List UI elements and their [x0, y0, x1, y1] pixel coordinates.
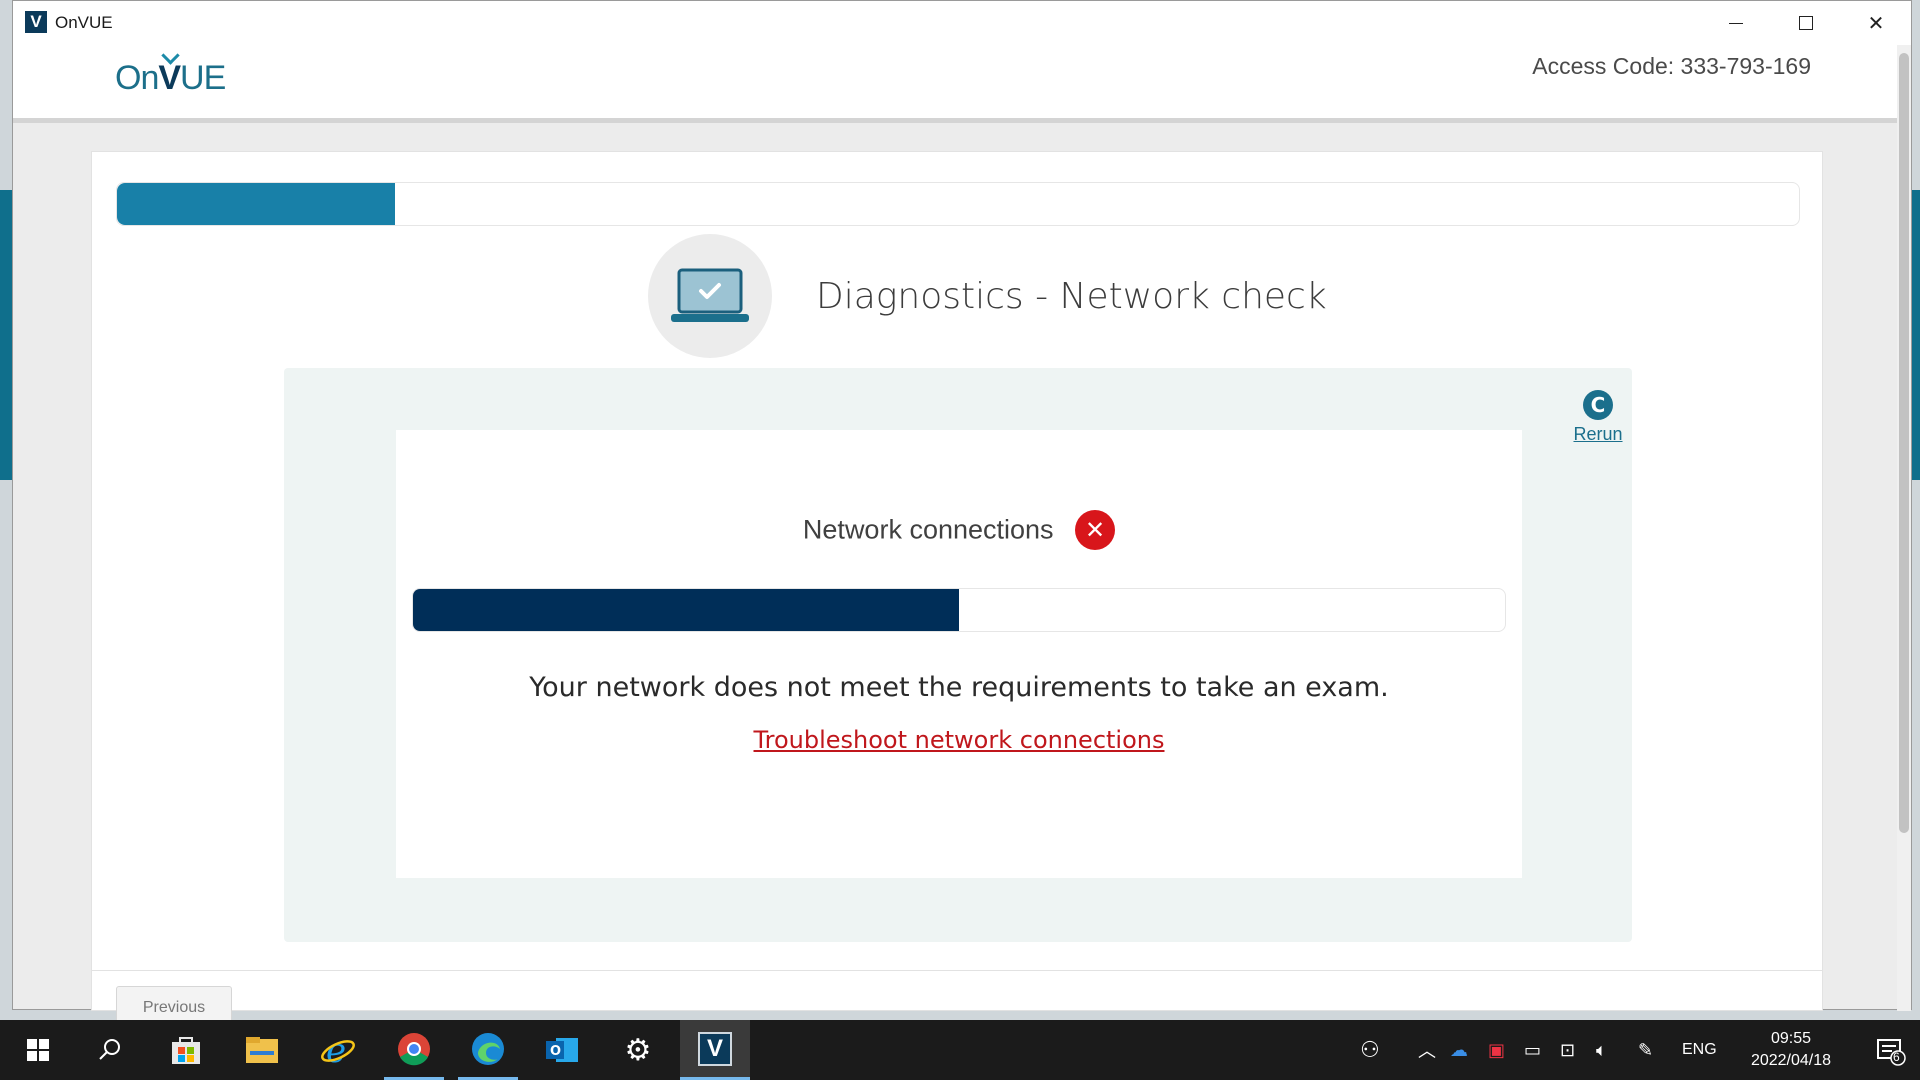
troubleshoot-link[interactable]: Troubleshoot network connections — [396, 726, 1522, 754]
network-check-area: C Rerun Network connections ✕ Your netwo… — [284, 368, 1632, 942]
check-name: Network connections — [802, 514, 1054, 545]
chevron-up-icon[interactable]: ︿ — [1418, 1037, 1436, 1063]
maximize-icon — [1799, 16, 1813, 30]
error-icon: ✕ — [1075, 510, 1116, 550]
onvue-icon: V — [698, 1031, 732, 1066]
settings-icon: ⚙ — [624, 1032, 652, 1068]
start-icon — [27, 1039, 49, 1061]
language-indicator[interactable]: ENG — [1682, 1041, 1717, 1059]
notification-icon — [1877, 1039, 1906, 1066]
onedrive-error-icon[interactable]: ☁ — [1450, 1040, 1468, 1061]
check-heading: Network connections ✕ — [396, 510, 1522, 550]
clock-date: 2022/04/18 — [1750, 1052, 1832, 1069]
search-icon — [99, 1039, 120, 1060]
outlook-icon: O — [546, 1038, 578, 1062]
clock-time: 09:55 — [1770, 1030, 1812, 1047]
desktop-wallpaper-edge — [1912, 190, 1920, 480]
desktop-wallpaper-edge — [0, 190, 12, 480]
store-icon — [172, 1037, 200, 1064]
pen-icon[interactable]: ✎ — [1638, 1040, 1653, 1061]
start-button[interactable] — [8, 1020, 68, 1080]
edge-icon — [472, 1032, 504, 1065]
action-center-button[interactable]: 6 — [1876, 1036, 1906, 1066]
refresh-icon: C — [1583, 390, 1613, 420]
taskbar-internet-explorer[interactable]: e — [308, 1020, 368, 1080]
chrome-icon — [398, 1032, 430, 1065]
maximize-button[interactable] — [1771, 1, 1841, 45]
taskbar-onvue[interactable]: V — [680, 1020, 750, 1080]
battery-icon[interactable]: ▭ — [1524, 1040, 1541, 1061]
taskbar-outlook[interactable]: O — [532, 1020, 592, 1080]
access-code: Access Code: 333-793-169 — [1532, 53, 1811, 79]
taskbar-clock[interactable]: 09:55 2022/04/18 — [1736, 1028, 1846, 1072]
notification-count: 6 — [1893, 1050, 1900, 1064]
minimize-icon — [1729, 22, 1743, 24]
app-header: OnVUE Access Code: 333-793-169 — [13, 45, 1911, 123]
window-title: OnVUE — [55, 13, 113, 32]
people-icon[interactable]: ⚇ — [1360, 1038, 1380, 1063]
vertical-scrollbar[interactable] — [1897, 45, 1911, 1011]
network-progress-fill — [413, 589, 959, 631]
taskbar-edge[interactable] — [458, 1020, 518, 1080]
windows-taskbar: e O ⚙ V ⚇ ︿ ☁ ▣ ▭ ⊡ 🔈︎ ✎ ENG 09:55 2022/… — [0, 1020, 1920, 1080]
taskbar-store[interactable] — [156, 1020, 216, 1080]
close-icon: ✕ — [1867, 11, 1885, 35]
search-button[interactable] — [80, 1020, 140, 1080]
taskbar-file-explorer[interactable] — [232, 1020, 292, 1080]
page-title: Diagnostics - Network check — [816, 276, 1327, 317]
security-alert-icon[interactable]: ▣ — [1488, 1040, 1505, 1061]
rerun-link[interactable]: Rerun — [1568, 424, 1628, 445]
minimize-button[interactable] — [1701, 1, 1771, 45]
file-explorer-icon — [246, 1037, 278, 1063]
volume-icon[interactable]: 🔈︎ — [1596, 1040, 1607, 1061]
network-progress-bar — [412, 588, 1506, 632]
taskbar-chrome[interactable] — [384, 1020, 444, 1080]
svg-text:e: e — [326, 1032, 346, 1068]
wizard-progress-fill — [117, 183, 395, 225]
network-result-card: Network connections ✕ Your network does … — [396, 430, 1522, 878]
laptop-check-icon — [671, 268, 749, 322]
onvue-app-icon: V — [25, 11, 47, 33]
svg-text:O: O — [550, 1044, 561, 1059]
footer-divider — [92, 970, 1822, 971]
wizard-panel: Diagnostics - Network check C Rerun Netw… — [91, 151, 1823, 1026]
error-message: Your network does not meet the requireme… — [529, 672, 1389, 703]
onvue-logo: OnVUE — [115, 59, 226, 97]
taskbar-settings[interactable]: ⚙ — [608, 1020, 668, 1080]
hero-icon-circle — [648, 234, 772, 358]
close-button[interactable]: ✕ — [1841, 1, 1911, 45]
title-bar[interactable]: V OnVUE ✕ — [13, 1, 1911, 45]
scrollbar-thumb[interactable] — [1899, 53, 1909, 833]
internet-explorer-icon: e — [321, 1032, 355, 1068]
rerun-button[interactable]: C Rerun — [1568, 390, 1628, 445]
network-icon[interactable]: ⊡ — [1560, 1040, 1575, 1061]
wizard-progress-bar — [116, 182, 1800, 226]
app-window: V OnVUE ✕ OnVUE Access Code: 333-793-169 — [12, 0, 1912, 1026]
